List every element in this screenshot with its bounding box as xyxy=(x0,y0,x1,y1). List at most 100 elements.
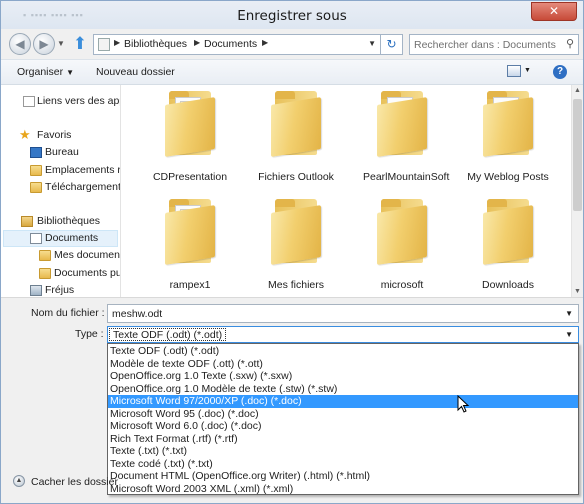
folder-label: CDPresentation xyxy=(152,171,228,183)
file-type-option[interactable]: Modèle de texte ODF (.ott) (*.ott) xyxy=(108,358,578,371)
file-type-option[interactable]: OpenOffice.org 1.0 Modèle de texte (.stw… xyxy=(108,383,578,396)
title-bar: ▪ ▪▪▪▪ ▪▪▪▪ ▪▪▪ Enregistrer sous ✕ xyxy=(1,1,583,29)
file-type-option[interactable]: Texte (.txt) (*.txt) xyxy=(108,445,578,458)
breadcrumb-libraries[interactable]: Bibliothèques xyxy=(124,38,187,50)
folder-label: Fichiers Outlook xyxy=(258,171,334,183)
file-type-option[interactable]: Microsoft Word 2003 XML (.xml) (*.xml) xyxy=(108,483,578,496)
nav-item-frejus[interactable]: Fréjus xyxy=(45,284,74,296)
search-box[interactable]: ⚲ xyxy=(409,34,579,55)
chevron-down-icon[interactable]: ▼ xyxy=(565,309,573,318)
file-type-option[interactable]: Rich Text Format (.rtf) (*.rtf) xyxy=(108,433,578,446)
file-type-dropdown-list: Texte ODF (.odt) (*.odt) Modèle de texte… xyxy=(107,343,579,495)
type-label: Type : xyxy=(75,328,104,340)
file-type-option[interactable]: Document HTML (OpenOffice.org Writer) (.… xyxy=(108,470,578,483)
command-bar: Organiser ▼ Nouveau dossier ▼ ? xyxy=(1,59,583,85)
chevron-down-icon: ▼ xyxy=(66,68,75,77)
folder-icon xyxy=(39,268,51,279)
pane-divider xyxy=(1,297,583,298)
libraries-icon xyxy=(21,216,33,227)
view-options-icon[interactable] xyxy=(507,65,521,77)
up-arrow-icon: ⬆ xyxy=(72,34,88,53)
up-folder-button[interactable]: ⬆ xyxy=(71,34,89,54)
address-dropdown-icon[interactable]: ▼ xyxy=(368,39,376,48)
nav-item-my-documents[interactable]: Mes document xyxy=(54,249,120,261)
file-type-select[interactable]: Texte ODF (.odt) (*.odt) ▼ xyxy=(107,326,579,343)
address-row: ◀ ▶ ▼ ⬆ ▶ Bibliothèques ▶ Documents ▶ ▼ … xyxy=(1,29,583,59)
nav-item-recent-places[interactable]: Emplacements ré xyxy=(45,164,120,176)
mouse-pointer-icon xyxy=(457,395,470,413)
breadcrumb-separator-icon: ▶ xyxy=(194,38,201,47)
file-type-option-highlighted[interactable]: Microsoft Word 97/2000/XP (.doc) (*.doc) xyxy=(108,395,578,408)
file-type-option[interactable]: Texte ODF (.odt) (*.odt) xyxy=(108,345,578,358)
file-list-scrollbar[interactable]: ▲ ▼ xyxy=(571,85,583,297)
scrollbar-thumb[interactable] xyxy=(573,99,582,211)
folder-icon xyxy=(271,91,321,157)
folder-item[interactable]: Mes fichiers xyxy=(243,199,349,295)
breadcrumb-documents[interactable]: Documents xyxy=(204,38,257,50)
folder-label: microsoft xyxy=(380,279,424,291)
recent-pages-dropdown[interactable]: ▼ xyxy=(57,39,65,48)
new-folder-button[interactable]: Nouveau dossier xyxy=(96,66,175,78)
folder-item[interactable]: rampex1 xyxy=(137,199,243,295)
folder-item[interactable]: microsoft xyxy=(349,199,455,295)
scroll-down-icon[interactable]: ▼ xyxy=(574,288,581,295)
filename-field[interactable]: ▼ xyxy=(107,304,579,323)
folder-item[interactable]: CDPresentation xyxy=(137,91,243,191)
view-dropdown-icon[interactable]: ▼ xyxy=(524,67,531,74)
organize-label: Organiser xyxy=(17,66,64,78)
nav-item-downloads[interactable]: Téléchargements xyxy=(45,181,120,193)
folder-item[interactable]: My Weblog Posts xyxy=(455,91,561,191)
search-icon[interactable]: ⚲ xyxy=(566,37,574,50)
help-button[interactable]: ? xyxy=(553,65,567,79)
dialog-title: Enregistrer sous xyxy=(237,8,347,24)
folder-icon xyxy=(165,91,215,157)
file-type-option[interactable]: Texte codé (.txt) (*.txt) xyxy=(108,458,578,471)
refresh-button[interactable]: ↻ xyxy=(381,34,403,55)
hide-folders-toggle[interactable]: ▲ Cacher les dossier xyxy=(1,469,118,495)
nav-item-desktop[interactable]: Bureau xyxy=(45,146,79,158)
file-type-option[interactable]: Microsoft Word 95 (.doc) (*.doc) xyxy=(108,408,578,421)
folder-item[interactable]: Downloads xyxy=(455,199,561,295)
breadcrumb-separator-icon: ▶ xyxy=(262,38,269,47)
nav-item-documents[interactable]: Documents xyxy=(45,232,98,244)
folder-item[interactable]: Fichiers Outlook xyxy=(243,91,349,191)
nav-item-public-documents[interactable]: Documents pu xyxy=(54,267,120,279)
file-type-option[interactable]: OpenOffice.org 1.0 Texte (.sxw) (*.sxw) xyxy=(108,370,578,383)
folder-icon xyxy=(377,199,427,265)
navigation-pane: Liens vers des appl ★ Favoris Bureau Emp… xyxy=(1,85,121,297)
nav-item-favorites[interactable]: Favoris xyxy=(37,129,71,141)
folder-label: Downloads xyxy=(482,279,534,291)
back-arrow-icon: ◀ xyxy=(15,37,25,51)
file-list: CDPresentation Fichiers Outlook PearlMou… xyxy=(121,85,571,297)
folder-icon xyxy=(271,199,321,265)
breadcrumb-separator-icon: ▶ xyxy=(114,38,121,47)
organize-button[interactable]: Organiser ▼ xyxy=(17,66,74,78)
filename-label: Nom du fichier : xyxy=(31,307,105,319)
chevron-up-icon: ▲ xyxy=(13,475,25,487)
back-button[interactable]: ◀ xyxy=(9,33,31,55)
hide-folders-label: Cacher les dossier xyxy=(31,476,118,488)
scroll-up-icon[interactable]: ▲ xyxy=(574,87,581,94)
folder-label: My Weblog Posts xyxy=(467,171,549,183)
forward-button[interactable]: ▶ xyxy=(33,33,55,55)
folder-item[interactable]: PearlMountainSoft xyxy=(349,91,455,191)
filename-input[interactable] xyxy=(112,307,552,321)
search-input[interactable] xyxy=(414,37,560,52)
close-button[interactable]: ✕ xyxy=(531,2,577,21)
recent-places-icon xyxy=(30,165,42,176)
chevron-down-icon[interactable]: ▼ xyxy=(565,330,573,339)
refresh-icon: ↻ xyxy=(386,37,397,51)
desktop-icon xyxy=(30,147,42,158)
file-type-option[interactable]: Microsoft Word 6.0 (.doc) (*.doc) xyxy=(108,420,578,433)
folder-label: PearlMountainSoft xyxy=(363,171,450,183)
file-type-value: Texte ODF (.odt) (*.odt) xyxy=(109,328,227,341)
nav-item-links[interactable]: Liens vers des appl xyxy=(37,95,120,107)
save-as-dialog: ▪ ▪▪▪▪ ▪▪▪▪ ▪▪▪ Enregistrer sous ✕ ◀ ▶ ▼… xyxy=(0,0,584,504)
address-bar[interactable]: ▶ Bibliothèques ▶ Documents ▶ ▼ xyxy=(93,34,381,55)
folder-icon xyxy=(483,91,533,157)
nav-item-libraries[interactable]: Bibliothèques xyxy=(37,215,100,227)
star-icon: ★ xyxy=(19,127,31,142)
folder-label: Mes fichiers xyxy=(267,279,324,291)
location-icon xyxy=(98,38,110,51)
forward-arrow-icon: ▶ xyxy=(39,37,49,51)
